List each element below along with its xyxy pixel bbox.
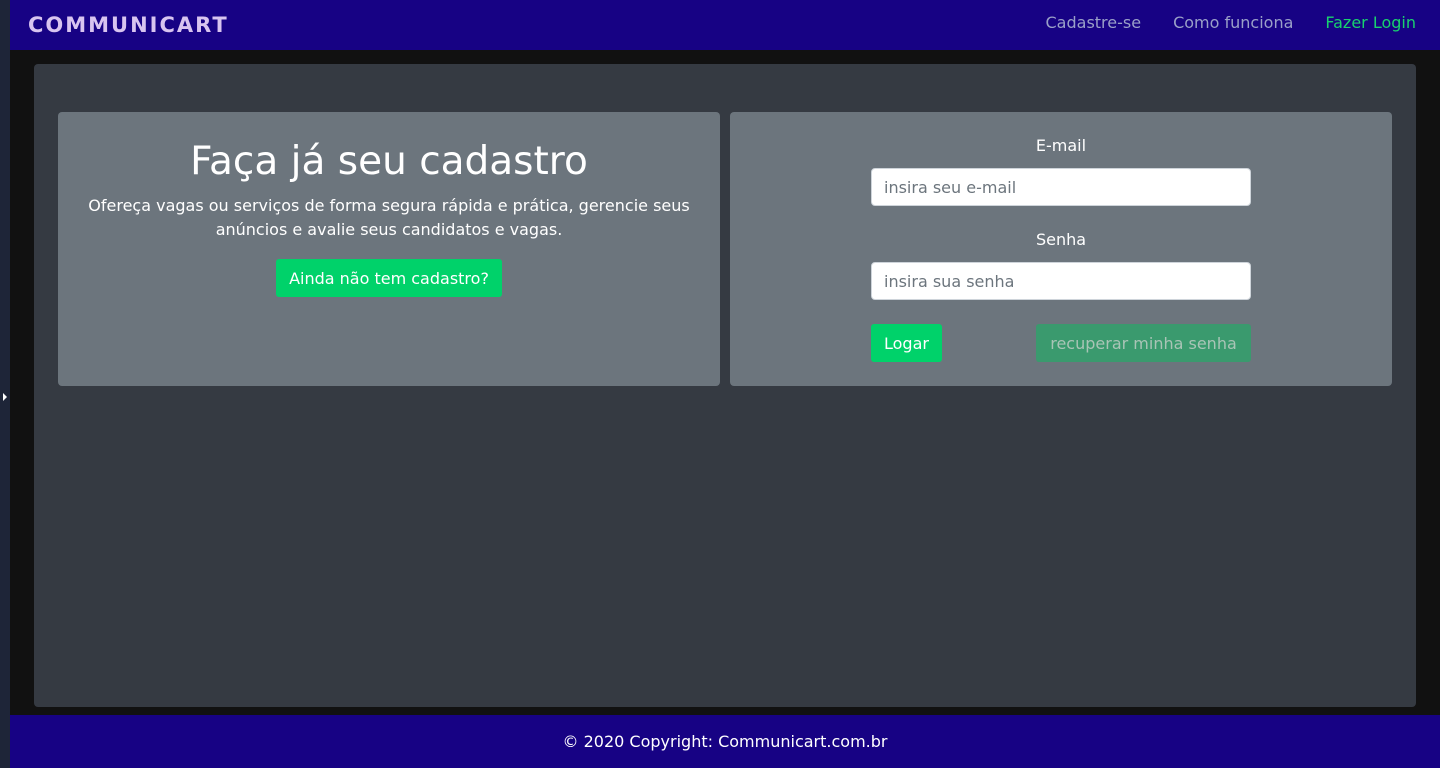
email-group: E-mail (871, 136, 1251, 206)
signup-title: Faça já seu cadastro (190, 139, 588, 184)
email-label: E-mail (1035, 136, 1087, 155)
signup-button[interactable]: Ainda não tem cadastro? (276, 259, 502, 297)
login-card: E-mail Senha Logar recuperar minha senha (730, 112, 1392, 386)
password-field[interactable] (871, 262, 1251, 300)
signup-description: Ofereça vagas ou serviços de forma segur… (88, 196, 690, 239)
nav-link-como-funciona[interactable]: Como funciona (1173, 13, 1293, 32)
footer: © 2020 Copyright: Communicart.com.br (10, 715, 1440, 768)
login-button[interactable]: Logar (871, 324, 942, 362)
recover-password-button[interactable]: recuperar minha senha (1036, 324, 1251, 362)
password-label: Senha (1035, 230, 1087, 249)
signup-card: Faça já seu cadastro Ofereça vagas ou se… (58, 112, 720, 386)
expand-arrow-icon[interactable] (3, 393, 7, 401)
brand-logo[interactable]: COMMUNICART (28, 13, 229, 37)
footer-copyright: © 2020 Copyright: Communicart.com.br (562, 732, 888, 751)
side-panel-strip (0, 0, 10, 768)
nav-link-cadastre[interactable]: Cadastre-se (1046, 13, 1142, 32)
email-field[interactable] (871, 168, 1251, 206)
password-group: Senha (871, 230, 1251, 300)
top-navbar: COMMUNICART Cadastre-se Como funciona Fa… (10, 0, 1440, 50)
nav-link-login[interactable]: Fazer Login (1325, 13, 1416, 32)
main-panel: Faça já seu cadastro Ofereça vagas ou se… (34, 64, 1416, 707)
nav-links: Cadastre-se Como funciona Fazer Login (1014, 0, 1417, 47)
